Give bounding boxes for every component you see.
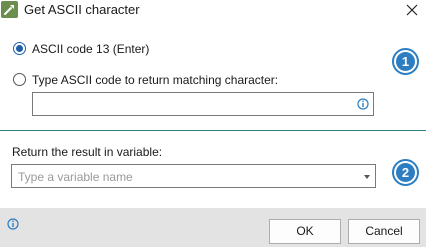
chevron-down-icon[interactable] [364, 175, 370, 179]
section-divider [0, 130, 426, 131]
result-variable-placeholder: Type a variable name [18, 170, 133, 184]
info-icon[interactable] [7, 218, 19, 230]
dialog-footer: OK Cancel [0, 208, 426, 247]
cancel-button[interactable]: Cancel [348, 219, 420, 244]
ascii13-radio[interactable] [13, 42, 26, 55]
ascii-code-input[interactable] [32, 92, 374, 116]
custom-code-radio[interactable] [13, 73, 26, 86]
info-icon[interactable] [357, 98, 369, 110]
ok-button[interactable]: OK [269, 219, 341, 244]
result-variable-label: Return the result in variable: [12, 145, 163, 159]
window-title: Get ASCII character [24, 2, 140, 17]
step-badge-1: 1 [392, 48, 419, 75]
custom-code-label[interactable]: Type ASCII code to return matching chara… [32, 73, 278, 87]
step-badge-2: 2 [392, 159, 419, 186]
result-variable-select[interactable]: Type a variable name [11, 164, 376, 188]
ascii13-label[interactable]: ASCII code 13 (Enter) [32, 42, 149, 56]
action-tool-icon [1, 1, 18, 18]
title-bar: Get ASCII character [0, 0, 426, 20]
close-icon[interactable] [403, 1, 421, 19]
